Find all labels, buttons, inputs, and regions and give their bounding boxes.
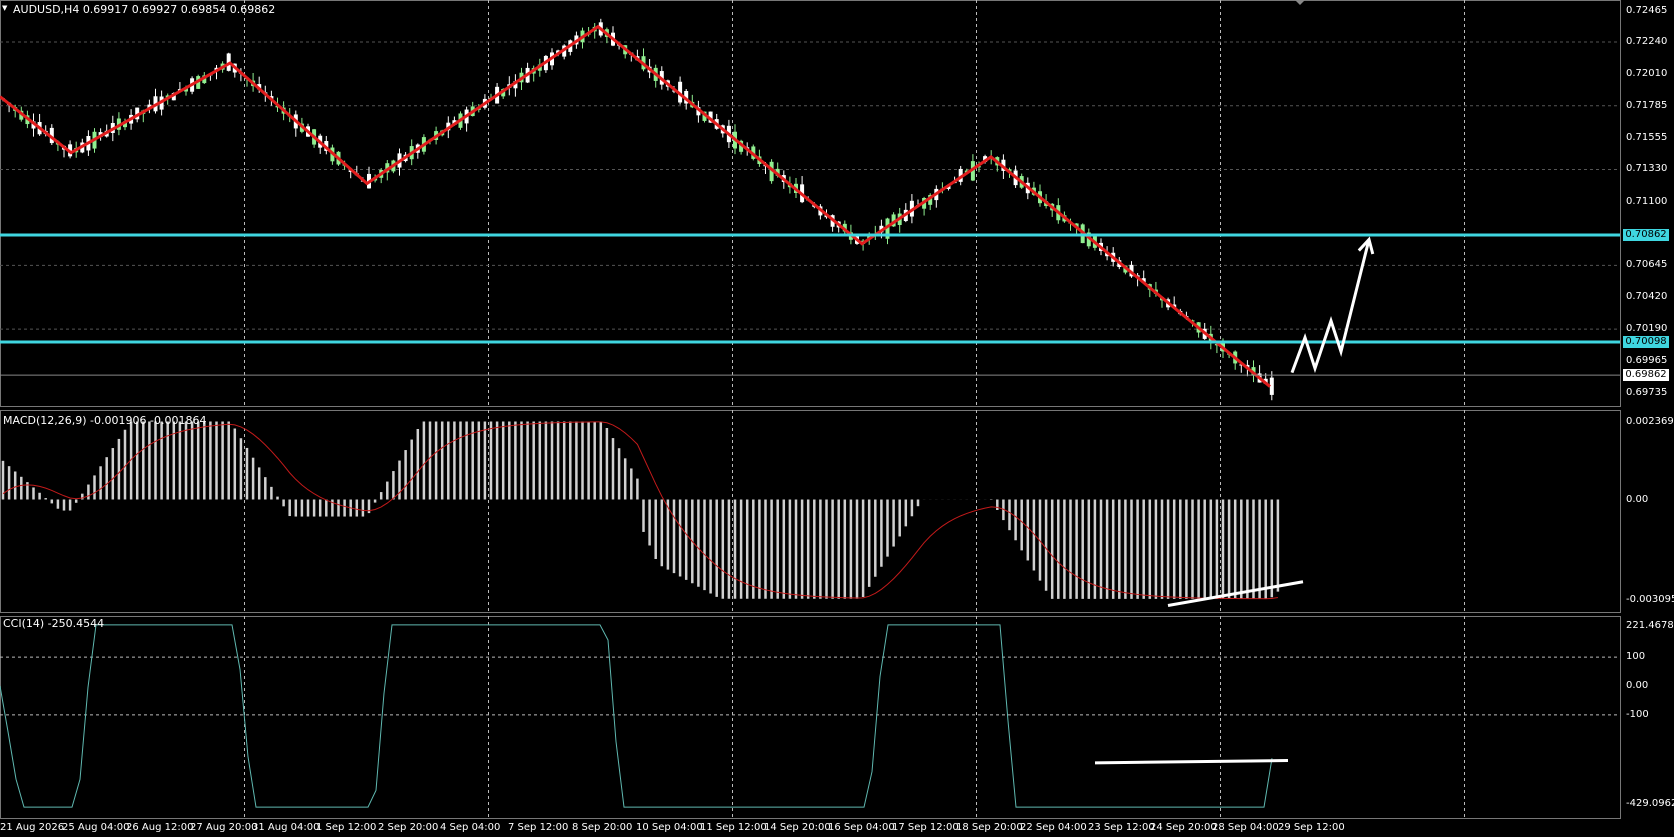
time-axis-label: 31 Aug 04:00 <box>252 822 320 833</box>
time-axis-label: 21 Aug 2026 <box>0 822 65 833</box>
time-axis-label: 4 Sep 04:00 <box>440 822 501 833</box>
cci-axis-label: 100 <box>1626 651 1646 663</box>
price-axis-label: 0.72465 <box>1626 4 1668 16</box>
time-axis-label: 27 Aug 20:00 <box>190 822 258 833</box>
price-axis-label: 0.69965 <box>1626 354 1668 366</box>
price-axis-label: 0.72010 <box>1626 68 1668 80</box>
time-axis-label: 7 Sep 12:00 <box>508 822 569 833</box>
cci-axis-label: 221.4678 <box>1626 620 1674 631</box>
time-axis-label: 24 Sep 20:00 <box>1150 822 1217 833</box>
macd-axis-label: 0.00 <box>1626 493 1649 505</box>
time-axis-label: 11 Sep 12:00 <box>700 822 767 833</box>
price-axis-label: 0.70645 <box>1626 259 1668 271</box>
chart-menu-arrow-icon[interactable]: ▼ <box>2 4 7 12</box>
cci-axis-label: -429.0962 <box>1626 798 1674 809</box>
macd-axis-label: 0.002369 <box>1626 416 1674 427</box>
time-axis-label: 25 Aug 04:00 <box>62 822 130 833</box>
time-axis-label: 28 Sep 04:00 <box>1212 822 1279 833</box>
time-axis-label: 1 Sep 12:00 <box>316 822 377 833</box>
level-price-box: 0.70862 <box>1623 229 1669 242</box>
projection-arrow <box>1290 239 1371 374</box>
time-axis-label: 18 Sep 20:00 <box>956 822 1023 833</box>
time-axis-label: 29 Sep 12:00 <box>1278 822 1345 833</box>
macd-signal-line <box>2 421 1278 600</box>
cci-line <box>0 624 1273 808</box>
level-price-box: 0.70098 <box>1623 336 1669 349</box>
price-axis-label: 0.70190 <box>1626 323 1668 335</box>
time-axis-label: 23 Sep 12:00 <box>1088 822 1155 833</box>
time-axis-label: 10 Sep 04:00 <box>636 822 703 833</box>
price-axis-label: 0.69735 <box>1626 386 1668 398</box>
time-axis-label: 8 Sep 20:00 <box>572 822 633 833</box>
cci-pane-border <box>0 616 1621 819</box>
cci-divergence-line <box>1094 759 1289 765</box>
macd-pane-border <box>0 410 1621 613</box>
price-axis-label: 0.72240 <box>1626 36 1668 48</box>
price-axis-label: 0.71785 <box>1626 99 1668 111</box>
time-axis-label: 17 Sep 12:00 <box>892 822 959 833</box>
time-axis-label: 14 Sep 20:00 <box>764 822 831 833</box>
time-axis-label: 22 Sep 04:00 <box>1020 822 1087 833</box>
time-axis-label: 26 Aug 12:00 <box>126 822 194 833</box>
chart-canvas[interactable] <box>0 0 1674 837</box>
cci-axis-label: -100 <box>1626 708 1649 720</box>
cci-indicator-label: CCI(14) -250.4544 <box>3 617 105 630</box>
price-axis-label: 0.71555 <box>1626 131 1668 143</box>
price-axis-label: 0.71330 <box>1626 163 1668 175</box>
current-price-box: 0.69862 <box>1623 369 1669 382</box>
cci-axis-label: 0.00 <box>1626 679 1649 691</box>
time-axis-label: 2 Sep 20:00 <box>378 822 439 833</box>
chart-symbol-label: AUDUSD,H4 0.69917 0.69927 0.69854 0.6986… <box>13 3 276 16</box>
macd-axis-label: -0.003095 <box>1626 594 1674 605</box>
price-axis-label: 0.71100 <box>1626 195 1668 207</box>
candle-body <box>1269 377 1274 395</box>
time-axis-label: 16 Sep 04:00 <box>828 822 895 833</box>
price-pane-border <box>0 0 1621 407</box>
chart-window[interactable]: ▼ AUDUSD,H4 0.69917 0.69927 0.69854 0.69… <box>0 0 1674 837</box>
chart-shift-marker-icon[interactable] <box>1295 0 1305 5</box>
macd-indicator-label: MACD(12,26,9) -0.001906 -0.001864 <box>3 414 207 427</box>
price-axis-label: 0.70420 <box>1626 290 1668 302</box>
